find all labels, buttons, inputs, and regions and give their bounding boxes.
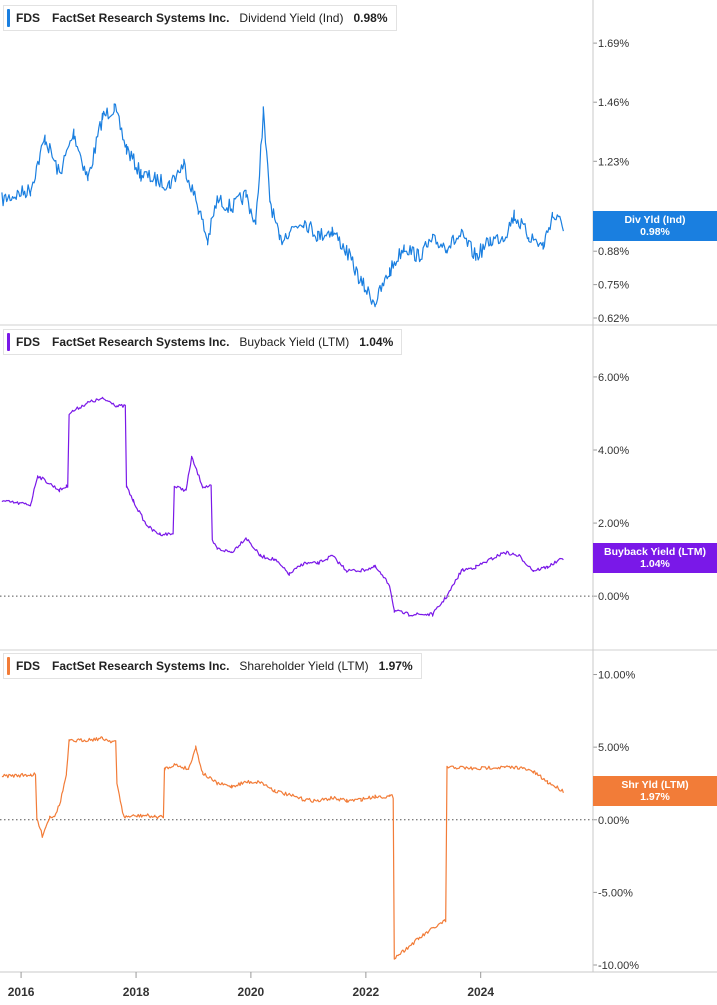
legend-ticker: FDS: [16, 659, 40, 673]
buyback-series-swatch: [7, 333, 10, 351]
y-tick-label: 5.00%: [598, 742, 629, 754]
y-tick-label: 4.00%: [598, 445, 629, 457]
dividend-series-swatch: [7, 9, 10, 27]
y-tick-label: 1.23%: [598, 156, 629, 168]
x-tick-label: 2020: [238, 985, 265, 999]
legend-value: 0.98%: [353, 11, 388, 25]
legend-company: FactSet Research Systems Inc.: [52, 335, 230, 349]
tag-value: 0.98%: [640, 225, 670, 238]
legend-metric: Buyback Yield (LTM): [239, 335, 350, 349]
tag-label: Shr Yld (LTM): [621, 779, 689, 792]
legend-value: 1.04%: [359, 335, 394, 349]
shareholder-series-swatch: [7, 657, 10, 675]
y-tick-label: -5.00%: [598, 887, 633, 899]
legend-ticker: FDS: [16, 11, 40, 25]
legend-ticker: FDS: [16, 335, 40, 349]
y-tick-label: 0.00%: [598, 815, 629, 827]
y-tick-label: 2.00%: [598, 518, 629, 530]
tag-label: Buyback Yield (LTM): [604, 546, 706, 559]
series-line-2: [1, 396, 564, 617]
chart-canvas: 0.62% 0.75% 0.88% 1.23% 1.46% 1.69% 0.00% 2.00%…: [0, 0, 717, 999]
y-tick-label: -10.00%: [598, 960, 639, 972]
shareholder-yield-value-tag: Shr Yld (LTM) 1.97%: [593, 776, 717, 807]
legend-company: FactSet Research Systems Inc.: [52, 659, 230, 673]
legend-metric: Dividend Yield (Ind): [239, 11, 344, 25]
y-tick-label: 0.88%: [598, 246, 629, 258]
y-tick-label: 0.00%: [598, 591, 629, 603]
tag-value: 1.04%: [640, 558, 670, 571]
tag-value: 1.97%: [640, 791, 670, 804]
y-tick-label: 1.69%: [598, 38, 629, 50]
buyback-yield-legend: FDS FactSet Research Systems Inc. Buybac…: [3, 329, 403, 355]
x-tick-label: 2024: [467, 985, 494, 999]
dividend-yield-value-tag: Div Yld (Ind) 0.98%: [593, 210, 717, 241]
x-tick-label: 2016: [8, 985, 35, 999]
series-line-1: [1, 103, 564, 308]
shareholder-yield-legend: FDS FactSet Research Systems Inc. Shareh…: [3, 653, 422, 679]
legend-metric: Shareholder Yield (LTM): [239, 659, 369, 673]
buyback-yield-value-tag: Buyback Yield (LTM) 1.04%: [593, 543, 717, 574]
y-tick-label: 6.00%: [598, 372, 629, 384]
legend-value: 1.97%: [378, 659, 413, 673]
legend-company: FactSet Research Systems Inc.: [52, 11, 230, 25]
x-tick-label: 2022: [353, 985, 380, 999]
series-line-3: [1, 736, 564, 960]
x-tick-label: 2018: [123, 985, 150, 999]
y-tick-label: 0.75%: [598, 280, 629, 292]
y-tick-label: 0.62%: [598, 313, 629, 325]
y-tick-label: 1.46%: [598, 97, 629, 109]
dividend-yield-legend: FDS FactSet Research Systems Inc. Divide…: [3, 5, 397, 31]
y-tick-label: 10.00%: [598, 670, 636, 682]
tag-label: Div Yld (Ind): [624, 213, 686, 226]
